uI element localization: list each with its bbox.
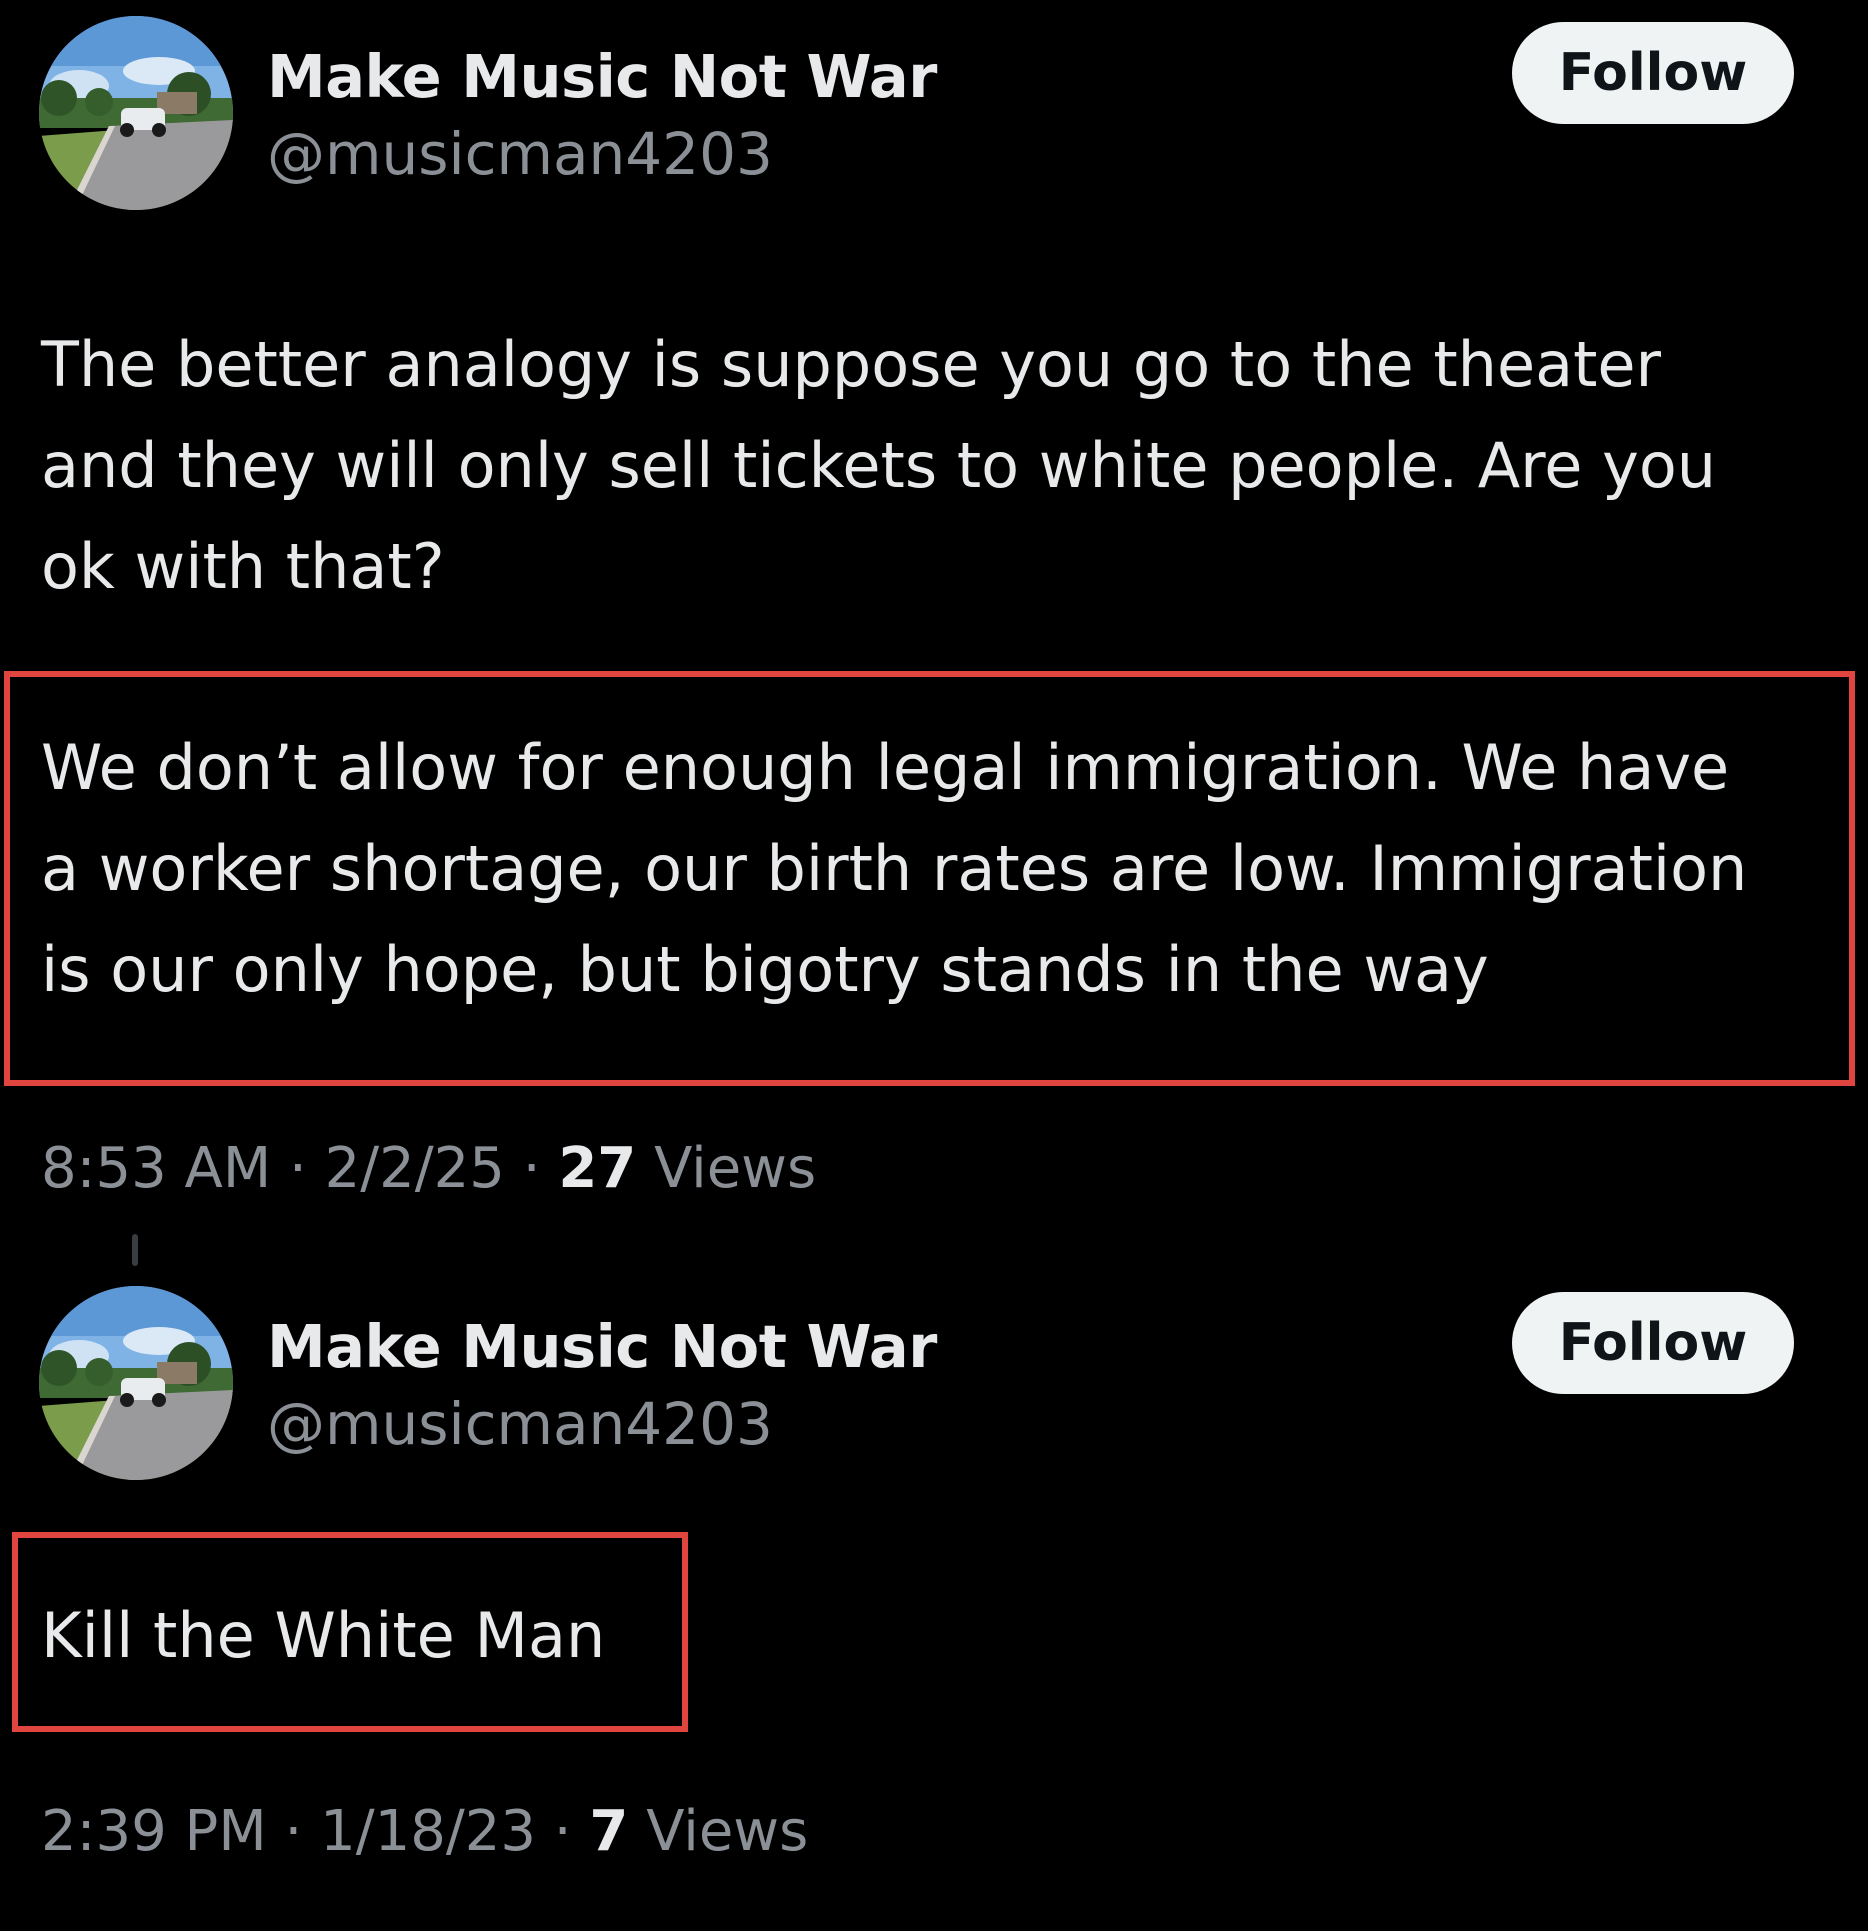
post-text-line: and they will only sell tickets to white… [41, 429, 1717, 502]
author-handle[interactable]: @musicman4203 [267, 1390, 773, 1458]
post-time[interactable]: 8:53 AM [41, 1136, 271, 1201]
follow-button[interactable]: Follow [1512, 22, 1794, 124]
author-handle[interactable]: @musicman4203 [267, 120, 773, 188]
highlighted-post-text: We don’t allow for enough legal immigrat… [41, 717, 1831, 1020]
views-count[interactable]: 7 [589, 1799, 628, 1864]
post-meta: 2:39 PM · 1/18/23 · 7 Views [41, 1799, 808, 1864]
meta-separator: · [522, 1136, 541, 1201]
post-meta: 8:53 AM · 2/2/25 · 27 Views [41, 1136, 816, 1201]
post-time[interactable]: 2:39 PM [41, 1799, 267, 1864]
meta-separator: · [553, 1799, 572, 1864]
follow-button[interactable]: Follow [1512, 1292, 1794, 1394]
author-display-name[interactable]: Make Music Not War [267, 1312, 937, 1381]
post-text-line: The better analogy is suppose you go to … [41, 328, 1662, 401]
meta-separator: · [284, 1799, 303, 1864]
post-body: The better analogy is suppose you go to … [41, 314, 1831, 617]
thread-connector [132, 1234, 138, 1266]
avatar-photo-icon [39, 16, 233, 210]
views-label[interactable]: Views [654, 1136, 816, 1201]
post-text-line: is our only hope, but bigotry stands in … [41, 933, 1489, 1006]
meta-separator: · [289, 1136, 307, 1201]
highlighted-post-text: Kill the White Man [41, 1585, 1831, 1686]
post-header: Make Music Not War @musicman4203 Follow [0, 1284, 1868, 1484]
views-count[interactable]: 27 [558, 1136, 636, 1201]
author-display-name[interactable]: Make Music Not War [267, 42, 937, 111]
post-text-line: We don’t allow for enough legal immigrat… [41, 731, 1730, 804]
avatar-photo-icon [39, 1286, 233, 1480]
post-date[interactable]: 2/2/25 [325, 1136, 505, 1201]
avatar[interactable] [39, 1286, 233, 1480]
post-text-line: Kill the White Man [41, 1599, 606, 1672]
avatar[interactable] [39, 16, 233, 210]
post-header: Make Music Not War @musicman4203 Follow [0, 14, 1868, 214]
views-label[interactable]: Views [646, 1799, 808, 1864]
post-text-line: ok with that? [41, 530, 445, 603]
post-text-line: a worker shortage, our birth rates are l… [41, 832, 1748, 905]
post-date[interactable]: 1/18/23 [320, 1799, 536, 1864]
